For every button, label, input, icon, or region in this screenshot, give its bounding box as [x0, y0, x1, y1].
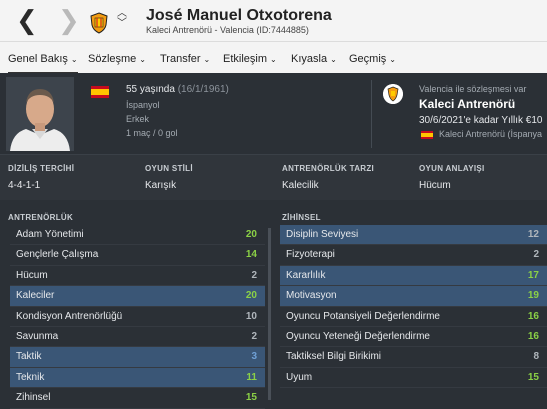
back-button[interactable]: ❮ — [16, 6, 38, 36]
attr-row[interactable]: Hücum 2 — [10, 266, 265, 287]
attr-row[interactable]: Fizyoterapi 2 — [280, 245, 547, 266]
attr-row[interactable]: Uyum 15 — [280, 368, 547, 389]
attr-row[interactable]: Savunma 2 — [10, 327, 265, 348]
mental-attribute-list: Disiplin Seviyesi 12 Fizyoterapi 2 Kararlı… — [280, 225, 547, 389]
chevron-right-icon: ❯ — [58, 6, 80, 36]
attr-row[interactable]: Oyuncu Yeteneği Değerlendirme 16 — [280, 327, 547, 348]
tab-compare[interactable]: Kıyasla ⌄ — [291, 42, 337, 74]
chevron-left-icon: ❮ — [16, 6, 38, 36]
spain-flag-icon — [91, 86, 109, 98]
attr-row[interactable]: Teknik 11 — [10, 367, 265, 389]
tab-history[interactable]: Geçmiş ⌄ — [349, 42, 396, 74]
pref-mentality-value: Hücum — [419, 180, 451, 191]
attr-row[interactable]: Disiplin Seviyesi 12 — [280, 225, 547, 246]
tab-interaction[interactable]: Etkileşim ⌄ — [223, 42, 277, 74]
tab-contract[interactable]: Sözleşme ⌄ — [88, 42, 146, 74]
valencia-crest-icon[interactable] — [89, 12, 109, 34]
pref-formation-header: DİZİLİŞ TERCİHİ — [8, 164, 75, 173]
tab-bar: Genel Bakış ⌄ Sözleşme ⌄ Transfer ⌄ Etkileş… — [0, 41, 547, 74]
attr-row[interactable]: Zihinsel 15 — [10, 388, 265, 409]
coaching-section-title: ANTRENÖRLÜK — [8, 213, 74, 222]
scrollbar[interactable] — [268, 228, 271, 400]
attr-row[interactable]: Taktiksel Bilgi Birikimi 8 — [280, 347, 547, 368]
record-text: 1 maç / 0 gol — [126, 128, 178, 138]
role-nationality: Kaleci Antrenörü (İspanya — [439, 129, 543, 139]
person-name: José Manuel Otxotorena — [146, 7, 332, 24]
chevron-up-down-icon[interactable]: ︿ ﹀ — [115, 9, 129, 29]
attr-row[interactable]: Oyuncu Potansiyeli Değerlendirme 16 — [280, 307, 547, 327]
pref-style-value: Karışık — [145, 180, 177, 191]
coaching-attribute-list: Adam Yönetimi 20 Gençlerle Çalışma 14 Hücu… — [10, 225, 265, 409]
attr-row[interactable]: Kaleciler 20 — [10, 286, 265, 307]
pref-mentality-header: OYUN ANLAYIŞI — [419, 164, 485, 173]
person-subtitle: Kaleci Antrenörü - Valencia (ID:7444885) — [146, 25, 309, 35]
chevron-down-icon: ⌄ — [389, 55, 396, 64]
gender-text: Erkek — [126, 114, 150, 124]
chevron-down-icon: ⌄ — [139, 55, 146, 64]
preferences-panel: DİZİLİŞ TERCİHİ 4-4-1-1 OYUN STİLİ Karış… — [0, 154, 547, 200]
title-bar: ❮ ❯ ︿ ﹀ José Manuel Otxotorena Kaleci Ant… — [0, 0, 547, 41]
chevron-down-icon: ⌄ — [203, 55, 211, 64]
avatar — [6, 77, 74, 151]
role-title: Kaleci Antrenörü — [419, 97, 516, 111]
attr-row[interactable]: Motivasyon 19 — [280, 286, 547, 307]
contract-detail: 30/6/2021'e kadar Yıllık €10 — [419, 115, 543, 126]
attr-row[interactable]: Adam Yönetimi 20 — [10, 225, 265, 246]
tab-overview[interactable]: Genel Bakış ⌄ — [8, 42, 78, 74]
pref-coaching-value: Kalecilik — [282, 180, 319, 191]
age-text: 55 yaşında (16/1/1961) — [126, 84, 229, 95]
divider — [371, 80, 372, 148]
attr-row[interactable]: Gençlerle Çalışma 14 — [10, 245, 265, 266]
attr-row[interactable]: Taktik 3 — [10, 347, 265, 368]
pref-formation-value: 4-4-1-1 — [8, 180, 41, 191]
spain-flag-icon — [421, 131, 433, 139]
pref-coaching-header: ANTRENÖRLÜK TARZI — [282, 164, 375, 173]
forward-button[interactable]: ❯ — [58, 6, 80, 36]
chevron-down-icon: ⌄ — [330, 55, 337, 64]
chevron-down-icon: ⌄ — [70, 55, 78, 64]
nationality-text: İspanyol — [126, 100, 160, 110]
valencia-crest-icon[interactable] — [383, 84, 403, 104]
mental-section-title: ZİHİNSEL — [282, 213, 321, 222]
chevron-down-icon: ⌄ — [270, 55, 277, 64]
attr-row[interactable]: Kondisyon Antrenörlüğü 10 — [10, 307, 265, 327]
attr-row[interactable]: Kararlılık 17 — [280, 265, 547, 287]
pref-style-header: OYUN STİLİ — [145, 164, 193, 173]
tab-transfer[interactable]: Transfer ⌄ — [160, 42, 210, 74]
contract-label: Valencia ile sözleşmesi var — [419, 84, 527, 94]
